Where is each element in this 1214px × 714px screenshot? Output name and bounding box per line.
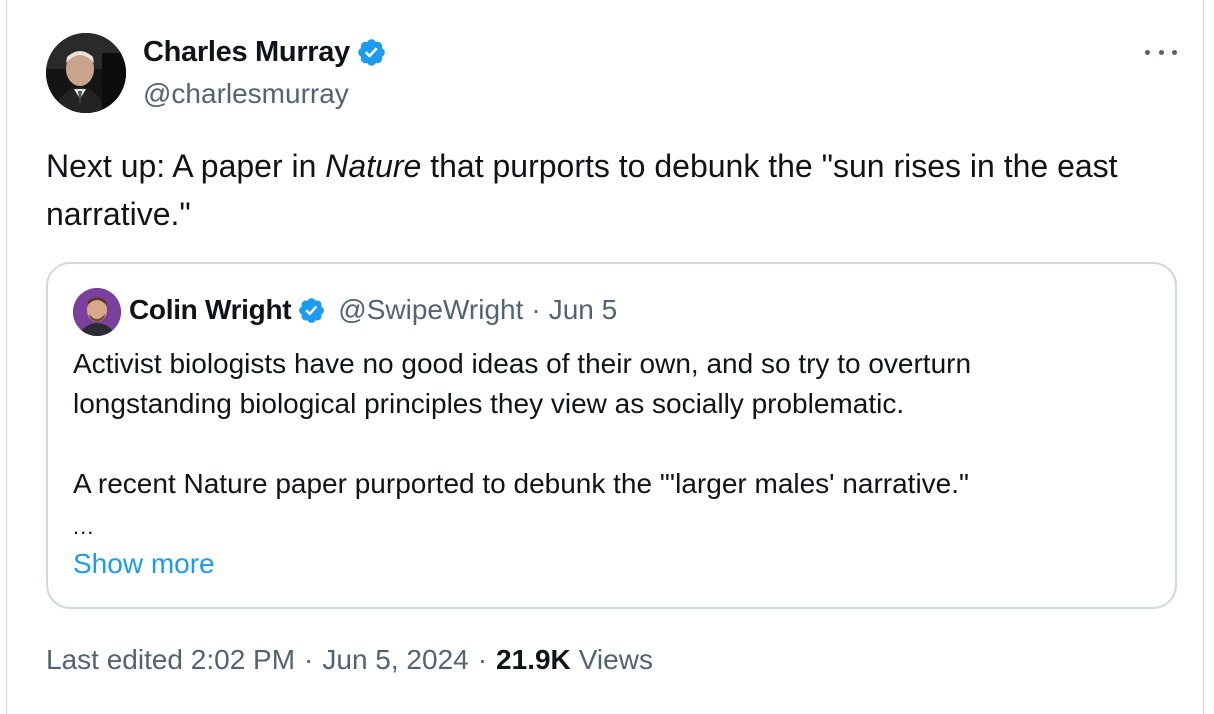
verified-badge-icon bbox=[358, 39, 385, 66]
post-date[interactable]: Jun 5, 2024 bbox=[322, 644, 468, 676]
quoted-text-line: A recent Nature paper purported to debun… bbox=[73, 468, 969, 499]
views-count[interactable]: 21.9K bbox=[496, 644, 571, 676]
separator: · bbox=[477, 644, 488, 675]
quoted-date[interactable]: Jun 5 bbox=[549, 294, 618, 326]
verified-badge-icon bbox=[299, 297, 325, 323]
separator: · bbox=[531, 294, 541, 325]
tweet-card: Charles Murray @charlesmurray Next up: A… bbox=[6, 0, 1204, 714]
separator: · bbox=[304, 644, 314, 675]
truncation-ellipsis: ... bbox=[73, 514, 95, 539]
quoted-tweet[interactable]: Colin Wright @SwipeWright · Jun 5 Activi… bbox=[46, 262, 1177, 609]
tweet-text-start: Next up: A paper in bbox=[46, 148, 326, 184]
dot-icon bbox=[1158, 49, 1164, 55]
more-options-icon[interactable] bbox=[1145, 42, 1177, 62]
views-label: Views bbox=[578, 644, 653, 675]
quoted-text: Activist biologists have no good ideas o… bbox=[73, 344, 1153, 504]
quoted-author-avatar[interactable] bbox=[73, 288, 121, 336]
dot-icon bbox=[1145, 49, 1150, 55]
author-name[interactable]: Charles Murray bbox=[143, 36, 350, 69]
quoted-author-name[interactable]: Colin Wright bbox=[129, 294, 292, 326]
quoted-header: Colin Wright @SwipeWright · Jun 5 bbox=[129, 294, 617, 326]
quoted-text-line bbox=[73, 424, 1153, 464]
show-more-link[interactable]: Show more bbox=[73, 548, 215, 580]
quoted-text-line: longstanding biological principles they … bbox=[73, 388, 905, 419]
edited-time[interactable]: Last edited 2:02 PM bbox=[46, 644, 295, 676]
author-name-row: Charles Murray bbox=[143, 36, 387, 69]
tweet-text-italic: Nature bbox=[325, 148, 422, 184]
tweet-metadata: Last edited 2:02 PM · Jun 5, 2024 · 21.9… bbox=[46, 644, 653, 676]
tweet-text: Next up: A paper in Nature that purports… bbox=[46, 142, 1166, 238]
author-handle[interactable]: @charlesmurray bbox=[143, 78, 349, 110]
quoted-text-line: Activist biologists have no good ideas o… bbox=[73, 348, 972, 379]
quoted-author-handle[interactable]: @SwipeWright bbox=[338, 294, 523, 326]
author-avatar[interactable] bbox=[46, 33, 126, 113]
dot-icon bbox=[1172, 49, 1177, 55]
